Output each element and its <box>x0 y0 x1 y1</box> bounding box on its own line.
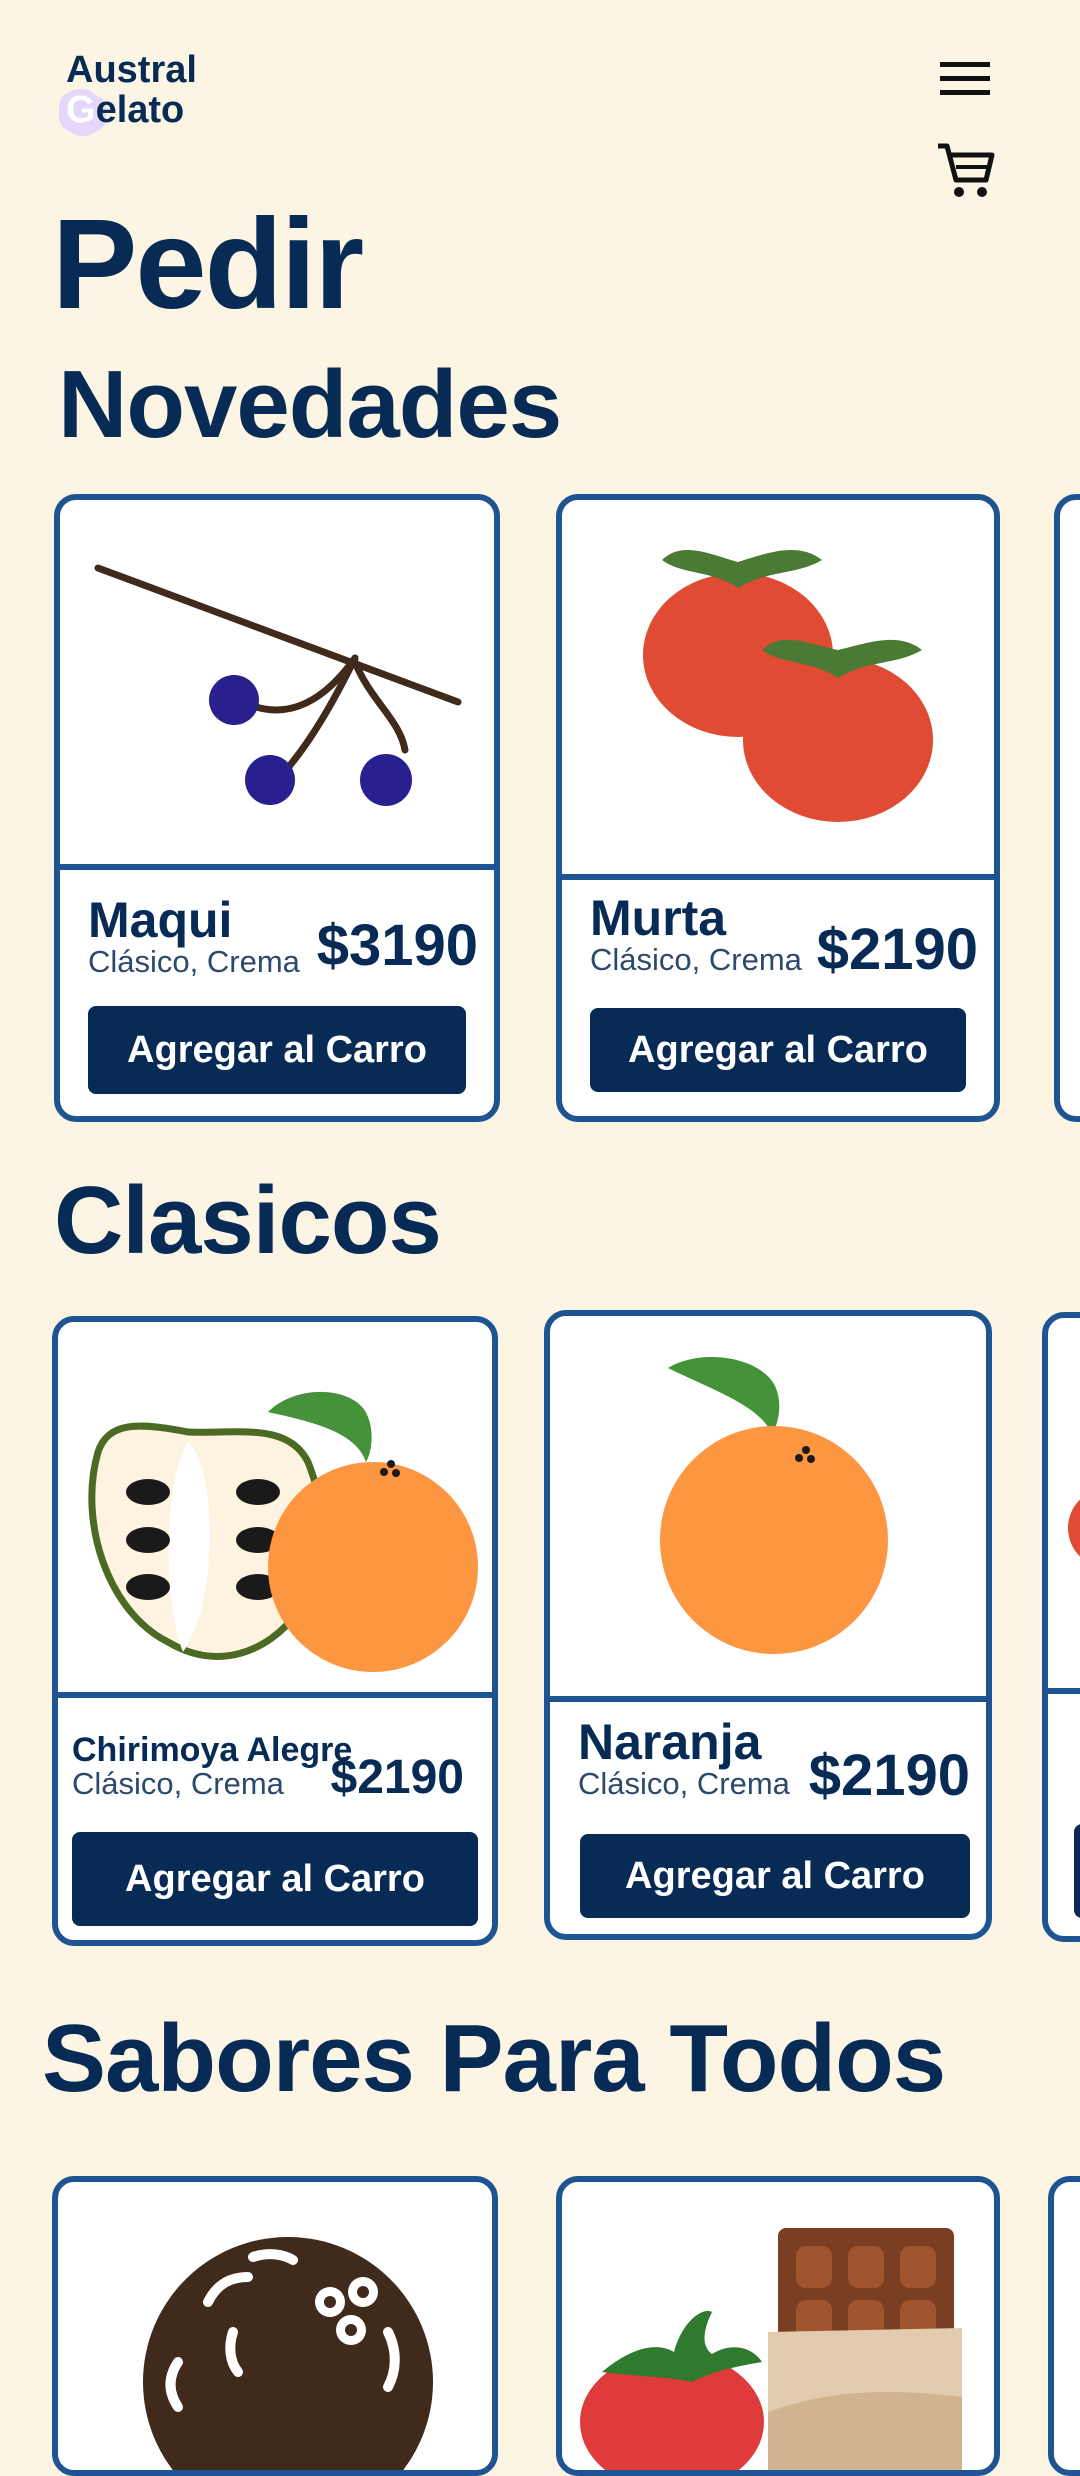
partial-fruit-icon <box>1048 1499 1080 1918</box>
product-image-chirimoya <box>58 1322 492 1698</box>
product-card-chirimoya[interactable]: Chirimoya Alegre Clásico, Crema $2190 Ag… <box>52 1316 498 1946</box>
product-description: Clásico, Crema <box>590 942 802 977</box>
product-price: $2190 <box>808 1743 970 1808</box>
add-to-cart-button[interactable]: Agregar al Carro <box>580 1834 970 1918</box>
maqui-berries-icon <box>94 564 462 806</box>
chirimoya-orange-icon <box>88 1391 478 1672</box>
brand-name-line1: Austral <box>66 49 197 91</box>
product-price: $3190 <box>316 913 478 978</box>
page-title: Pedir <box>52 193 364 336</box>
product-description: Clásico, Crema <box>72 1766 284 1801</box>
product-name: Maqui <box>88 892 233 948</box>
product-description: Clásico, Crema <box>88 944 300 979</box>
product-price: $2190 <box>330 1751 464 1804</box>
card-divider <box>60 864 494 870</box>
add-to-cart-button[interactable]: Agregar al Carro <box>72 1832 478 1926</box>
product-card-naranja[interactable]: Naranja Clásico, Crema $2190 Agregar al … <box>544 1310 992 1940</box>
brand-name-line2-rest: elato <box>95 89 185 131</box>
product-description: Clásico, Crema <box>578 1766 790 1801</box>
product-image-naranja <box>550 1316 986 1696</box>
product-card-partial[interactable] <box>1054 494 1080 1122</box>
section-title-clasicos: Clasicos <box>54 1167 442 1274</box>
brand-letter: G <box>66 89 96 131</box>
product-card-partial[interactable] <box>1042 1312 1080 1942</box>
add-to-cart-button[interactable]: Agregar al Carro <box>590 1008 966 1092</box>
cart-button[interactable] <box>934 138 998 202</box>
murta-fruits-icon <box>643 549 933 822</box>
product-image-murta <box>562 500 994 880</box>
chocolate-cookie-icon <box>143 2237 433 2470</box>
product-image-strawberry-chocolate <box>562 2182 994 2470</box>
product-card-strawberry-chocolate[interactable] <box>556 2176 1000 2476</box>
section-title-novedades: Novedades <box>58 351 562 458</box>
card-divider <box>562 874 994 880</box>
product-card-partial[interactable] <box>1048 2176 1080 2476</box>
product-image-cookie <box>58 2182 492 2470</box>
product-card-murta[interactable]: Murta Clásico, Crema $2190 Agregar al Ca… <box>556 494 1000 1122</box>
product-card-maqui[interactable]: Maqui Clásico, Crema $3190 Agregar al Ca… <box>54 494 500 1122</box>
product-name: Naranja <box>578 1714 762 1770</box>
strawberry-chocolate-icon <box>580 2228 962 2470</box>
shopping-cart-icon <box>938 143 995 197</box>
section-title-sabores-para-todos: Sabores Para Todos <box>42 2005 946 2112</box>
orange-fruit-icon <box>660 1356 888 1654</box>
hamburger-menu-icon <box>940 62 990 95</box>
product-image-maqui <box>60 500 494 870</box>
product-price: $2190 <box>816 917 978 982</box>
product-name: Murta <box>590 890 727 946</box>
brand-name-line2: Gelato <box>66 90 184 130</box>
hamburger-menu-button[interactable] <box>936 58 996 100</box>
card-divider <box>58 1692 492 1698</box>
add-to-cart-button[interactable]: Agregar al Carro <box>88 1006 466 1094</box>
card-divider <box>550 1696 986 1702</box>
brand-logo[interactable]: Austral Gelato <box>56 50 216 140</box>
product-card-chocolate-cookie[interactable] <box>52 2176 498 2476</box>
